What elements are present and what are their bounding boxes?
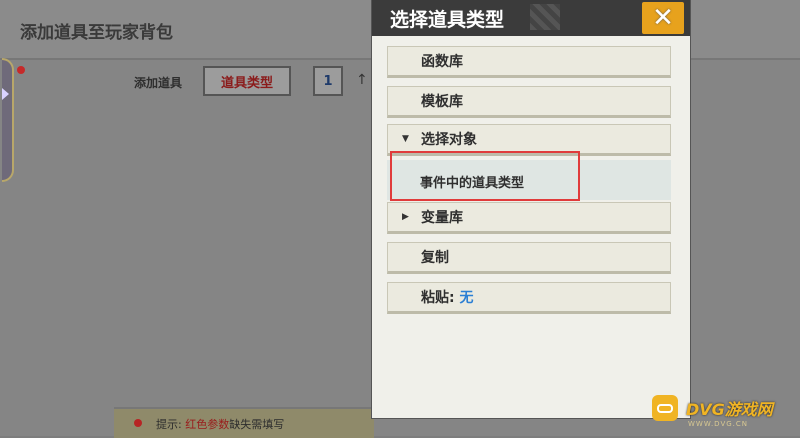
option-variable-library[interactable]: ▶ 变量库 [387, 202, 671, 234]
error-dot-icon [17, 66, 25, 74]
option-function-library[interactable]: 函数库 [387, 46, 671, 78]
paste-label: 粘贴 [421, 290, 449, 306]
expanded-triangle-icon: ▼ [402, 134, 409, 144]
option-template-library[interactable]: 模板库 [387, 86, 671, 118]
gamepad-logo-icon [652, 395, 678, 421]
watermark: DVG游戏网 [652, 395, 773, 421]
option-label: 复制 [421, 250, 449, 266]
editor-title: 添加道具至玩家背包 [20, 23, 173, 43]
hint-suffix: 缺失需填写 [229, 418, 285, 431]
close-icon: ✕ [652, 3, 674, 33]
highlight-box [390, 151, 580, 201]
close-button[interactable]: ✕ [640, 0, 686, 36]
side-tab[interactable] [0, 58, 18, 182]
watermark-brand: DVG游戏网 [686, 400, 773, 419]
option-label: 模板库 [421, 94, 463, 110]
watermark-url: WWW.DVG.CN [688, 420, 749, 428]
paste-value: 无 [459, 290, 474, 306]
header-stripes [530, 4, 560, 30]
hint-prefix: 提示: [156, 418, 186, 431]
hint-red-param: 红色参数 [185, 418, 230, 431]
option-label: 函数库 [421, 54, 463, 70]
dialog-title: 选择道具类型 [390, 9, 505, 31]
hint-bar: 提示: 红色参数缺失需填写 [114, 407, 374, 438]
option-label: 粘贴: 无 [421, 290, 474, 306]
add-item-label: 添加道具 [134, 76, 183, 90]
option-label: 变量库 [421, 210, 463, 226]
hint-dot-icon [134, 419, 142, 427]
side-tab-frame [2, 58, 14, 182]
quantity-field[interactable]: 1 [313, 66, 343, 96]
side-tab-arrow-icon [2, 88, 9, 100]
up-arrow-icon[interactable]: ↑ [356, 72, 368, 88]
hint-text: 提示: 红色参数缺失需填写 [156, 416, 284, 432]
collapsed-triangle-icon: ▶ [402, 212, 409, 222]
option-copy[interactable]: 复制 [387, 242, 671, 274]
item-type-button[interactable]: 道具类型 [203, 66, 291, 96]
option-paste[interactable]: 粘贴: 无 [387, 282, 671, 314]
